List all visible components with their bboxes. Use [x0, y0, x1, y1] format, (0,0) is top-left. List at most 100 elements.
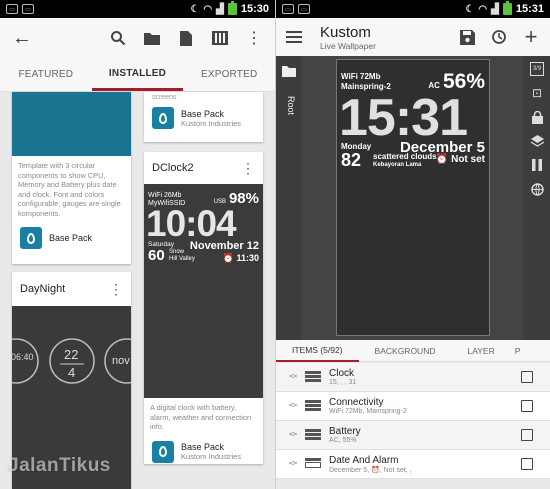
- card-preview: [12, 92, 131, 156]
- preview-weather: scattered clouds Kebayoran Lama: [373, 152, 437, 168]
- item-title: Clock: [329, 368, 355, 379]
- template-card-circles[interactable]: Template with 3 circular components to s…: [12, 92, 131, 264]
- status-time: 15:30: [240, 3, 269, 15]
- tab-items[interactable]: ITEMS (5/92): [276, 340, 359, 362]
- card-description: screens: [152, 94, 177, 101]
- right-rail: 3/9 ⊡: [523, 56, 550, 340]
- preview-temp: 82: [341, 150, 362, 170]
- app-title: Kustom: [320, 23, 371, 41]
- card-header: DayNight ⋮: [12, 272, 131, 306]
- list-item[interactable]: ︿ ﹀ Battery AC, 55%: [276, 421, 550, 450]
- kustom-pack-icon: [152, 107, 174, 129]
- battery-icon: [227, 1, 237, 15]
- history-icon[interactable]: [490, 28, 508, 46]
- reorder-icon[interactable]: ︿ ﹀: [286, 399, 300, 413]
- root-label[interactable]: Root: [286, 96, 296, 115]
- pack-name: Base Pack: [181, 442, 225, 452]
- notification-icon: ▭: [282, 4, 294, 14]
- moon-icon: ☾: [190, 3, 200, 15]
- item-title: Connectivity: [329, 397, 384, 408]
- status-time: 15:31: [515, 3, 544, 15]
- card-description: A digital clock with battery, alarm, wea…: [150, 403, 252, 431]
- app-subtitle: Live Wallpaper: [320, 40, 376, 51]
- battery-icon: [502, 1, 512, 15]
- add-icon[interactable]: +: [522, 24, 540, 49]
- editor-tab-bar: ITEMS (5/92) BACKGROUND LAYER P: [276, 340, 550, 362]
- gauge-left-value: 06:40: [12, 352, 34, 362]
- sd-card-icon[interactable]: [211, 29, 229, 47]
- template-card-dclock2[interactable]: DClock2 ⋮ WiFi 26Mb MyWifiSSID USB 98% 1…: [144, 152, 263, 464]
- reorder-icon[interactable]: ︿ ﹀: [286, 457, 300, 471]
- preview-weather: Snow Hill Valley: [169, 249, 195, 262]
- list-item[interactable]: ︿ ﹀ Date And Alarm December 5, ⏰, Not set…: [276, 450, 550, 479]
- overlap-item-icon: [305, 457, 321, 471]
- globe-icon[interactable]: [530, 182, 544, 196]
- item-checkbox[interactable]: [521, 458, 533, 470]
- preview-alarm: ⏰ 11:30: [222, 253, 259, 263]
- reorder-icon[interactable]: ︿ ﹀: [286, 370, 300, 384]
- status-bar: ▭ ▭ ☾ ◠ ▟ 15:31: [276, 0, 550, 18]
- item-checkbox[interactable]: [521, 400, 533, 412]
- wallpaper-preview[interactable]: WiFi 72Mb Mainspring-2 AC 56% 15:31 Mond…: [336, 59, 490, 336]
- file-icon[interactable]: [177, 29, 195, 47]
- item-checkbox[interactable]: [521, 371, 533, 383]
- top-toolbar: ← ⋮: [0, 18, 275, 58]
- item-subtitle: December 5, ⏰, Not set, ,: [329, 466, 412, 474]
- stack-item-icon: [305, 399, 321, 413]
- tab-exported[interactable]: EXPORTED: [183, 58, 275, 91]
- save-icon[interactable]: [458, 28, 476, 46]
- gauge-center-top: 22: [64, 347, 79, 362]
- pack-row: Base Pack: [12, 223, 131, 253]
- preview-date: November 12: [189, 240, 259, 252]
- preview-alarm: ⏰ Not set: [435, 154, 485, 165]
- gauge-center-bottom: 4: [68, 365, 76, 380]
- tab-partial[interactable]: P: [511, 340, 521, 362]
- left-rail: Root: [276, 56, 302, 340]
- item-checkbox[interactable]: [521, 429, 533, 441]
- folder-icon[interactable]: [143, 29, 161, 47]
- editor-toolbar: Kustom Live Wallpaper +: [276, 18, 550, 56]
- tab-featured[interactable]: FEATURED: [0, 58, 92, 91]
- items-list: ︿ ﹀ Clock 15, , , 31 ︿ ﹀ Connectivity WiFi…: [276, 363, 550, 479]
- pause-icon[interactable]: [530, 158, 544, 172]
- notification-icon: ▭: [22, 4, 34, 14]
- item-title: Date And Alarm: [329, 454, 399, 466]
- reorder-icon[interactable]: ︿ ﹀: [286, 428, 300, 442]
- template-card-screens[interactable]: screens Base Pack Kustom Industries: [144, 92, 263, 142]
- preview-temp: 60: [148, 247, 165, 264]
- folder-icon[interactable]: [282, 64, 296, 78]
- pack-name: Base Pack: [181, 108, 225, 119]
- tab-bar: FEATURED INSTALLED EXPORTED: [0, 58, 275, 92]
- item-subtitle: AC, 55%: [329, 437, 357, 444]
- layers-icon[interactable]: [530, 134, 544, 148]
- moon-icon: ☾: [465, 3, 475, 15]
- tab-installed[interactable]: INSTALLED: [91, 58, 184, 91]
- card-description: Template with 3 circular components to s…: [18, 161, 121, 218]
- stack-item-icon: [305, 428, 321, 442]
- search-icon[interactable]: [109, 29, 127, 47]
- crop-icon[interactable]: ⊡: [530, 86, 544, 100]
- kustom-pack-icon: [20, 227, 42, 249]
- preview-clock: 10:04: [146, 203, 237, 244]
- tab-background[interactable]: BACKGROUND: [359, 340, 452, 362]
- more-vert-icon[interactable]: ⋮: [241, 161, 255, 175]
- lock-icon[interactable]: [530, 110, 544, 124]
- tab-layer[interactable]: LAYER: [451, 340, 510, 362]
- text-item-icon: [305, 370, 321, 384]
- signal-icon: ▟: [216, 3, 224, 15]
- theme-icon[interactable]: 3/9: [530, 62, 544, 76]
- pack-row: Base Pack Kustom Industries: [144, 103, 263, 133]
- menu-icon[interactable]: [286, 31, 302, 43]
- watermark-logo: JalanTikus: [8, 455, 111, 476]
- more-vert-icon[interactable]: ⋮: [109, 282, 123, 296]
- pack-author: Kustom Industries: [181, 118, 242, 128]
- back-arrow-icon[interactable]: ←: [12, 27, 36, 50]
- list-item[interactable]: ︿ ﹀ Clock 15, , , 31: [276, 363, 550, 392]
- status-bar: ▭ ▭ ☾ ◠ ▟ 15:30: [0, 0, 275, 18]
- kustom-pack-icon: [152, 440, 174, 463]
- wifi-icon: ◠: [478, 3, 488, 15]
- list-item[interactable]: ︿ ﹀ Connectivity WiFi 72Mb, Mainspring-2: [276, 392, 550, 421]
- right-phone-screen: ▭ ▭ ☾ ◠ ▟ 15:31 Kustom Live Wallpaper + …: [275, 0, 550, 489]
- card-header: DClock2 ⋮: [144, 152, 263, 184]
- more-vert-icon[interactable]: ⋮: [245, 29, 263, 47]
